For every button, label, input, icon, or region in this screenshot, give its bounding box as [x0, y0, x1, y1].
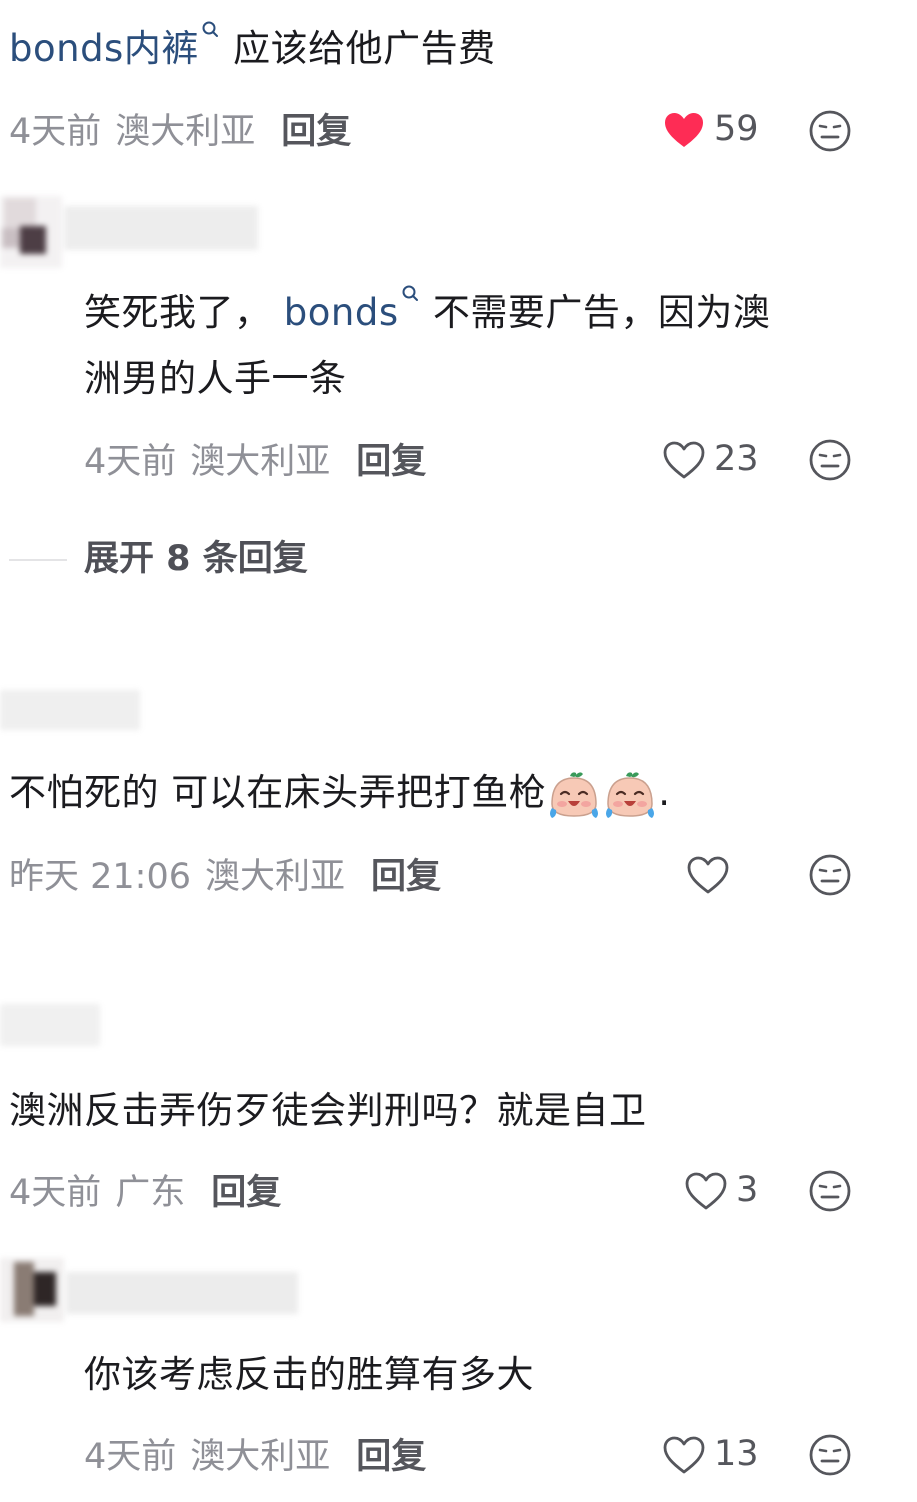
- comment-text: bonds内裤 应该给他广告费: [9, 16, 496, 82]
- heart-icon[interactable]: [662, 1435, 706, 1475]
- meh-face-icon[interactable]: [808, 109, 852, 153]
- crying-laugh-emoji: [546, 770, 602, 820]
- search-icon[interactable]: [199, 16, 221, 50]
- comment-text-after: 不需要广告，因为澳: [432, 291, 771, 334]
- heart-icon[interactable]: [686, 855, 730, 895]
- comment-line: 笑死我了， bonds 不需要广告，因为澳: [84, 280, 884, 346]
- comment-text-main: 不怕死的 可以在床头弄把打鱼枪: [9, 771, 547, 814]
- comment-text: 澳洲反击弄伤歹徒会判刑吗？就是自卫: [9, 1089, 647, 1132]
- comment-time: 4天前: [9, 112, 102, 152]
- reply-button[interactable]: 回复: [281, 112, 351, 152]
- expand-replies-button[interactable]: 展开 8 条回复: [84, 539, 308, 579]
- comment-text-rest: 应该给他广告费: [233, 27, 496, 70]
- comment-time: 4天前: [9, 1173, 102, 1213]
- comment-location: 广东: [115, 1173, 186, 1213]
- comment-time: 4天前: [84, 1437, 177, 1477]
- meh-face-icon[interactable]: [808, 853, 852, 897]
- reply-button[interactable]: 回复: [356, 1437, 426, 1477]
- comment-time: 4天前: [84, 442, 177, 482]
- comment-location: 澳大利亚: [205, 857, 346, 897]
- comment-text: 你该考虑反击的胜算有多大: [84, 1353, 534, 1396]
- crying-laugh-emoji: [602, 770, 658, 820]
- product-link[interactable]: bonds: [284, 291, 399, 334]
- comment-text-before: 笑死我了，: [84, 291, 272, 334]
- thread-line: [9, 559, 67, 561]
- heart-icon[interactable]: [662, 440, 706, 480]
- username-blurred[interactable]: [64, 206, 258, 250]
- search-icon[interactable]: [399, 280, 421, 314]
- comment-meta: 4天前 广东 回复: [9, 1173, 281, 1213]
- comment-location: 澳大利亚: [190, 1437, 331, 1477]
- comment-text: 笑死我了， bonds 不需要广告，因为澳 洲男的人手一条: [84, 280, 884, 412]
- meh-face-icon[interactable]: [808, 438, 852, 482]
- product-link[interactable]: bonds内裤: [9, 27, 199, 70]
- heart-icon[interactable]: [684, 1171, 728, 1211]
- comment-time: 昨天 21:06: [9, 857, 191, 897]
- meh-face-icon[interactable]: [808, 1169, 852, 1213]
- comment-meta: 昨天 21:06 澳大利亚 回复: [9, 857, 441, 897]
- username-blurred[interactable]: [66, 1272, 298, 1314]
- username-blurred[interactable]: [0, 1004, 100, 1046]
- reply-button[interactable]: 回复: [371, 857, 441, 897]
- reply-button[interactable]: 回复: [211, 1173, 281, 1213]
- username-blurred[interactable]: [0, 690, 140, 730]
- like-count: 13: [714, 1434, 759, 1474]
- comment-location: 澳大利亚: [115, 112, 256, 152]
- comment-meta: 4天前 澳大利亚 回复: [84, 442, 426, 482]
- like-count: 59: [714, 109, 759, 149]
- comment-meta: 4天前 澳大利亚 回复: [84, 1437, 426, 1477]
- comment-line-2: 洲男的人手一条: [84, 357, 347, 400]
- reply-button[interactable]: 回复: [356, 442, 426, 482]
- avatar[interactable]: [0, 196, 62, 268]
- heart-filled-icon[interactable]: [662, 110, 706, 150]
- comment-meta: 4天前 澳大利亚 回复: [9, 112, 351, 152]
- like-count: 3: [736, 1170, 759, 1210]
- comment-text-tail: .: [658, 771, 671, 814]
- like-count: 23: [714, 439, 759, 479]
- meh-face-icon[interactable]: [808, 1433, 852, 1477]
- comment-location: 澳大利亚: [190, 442, 331, 482]
- comment-text: 不怕死的 可以在床头弄把打鱼枪.: [9, 760, 671, 826]
- avatar[interactable]: [0, 1258, 64, 1322]
